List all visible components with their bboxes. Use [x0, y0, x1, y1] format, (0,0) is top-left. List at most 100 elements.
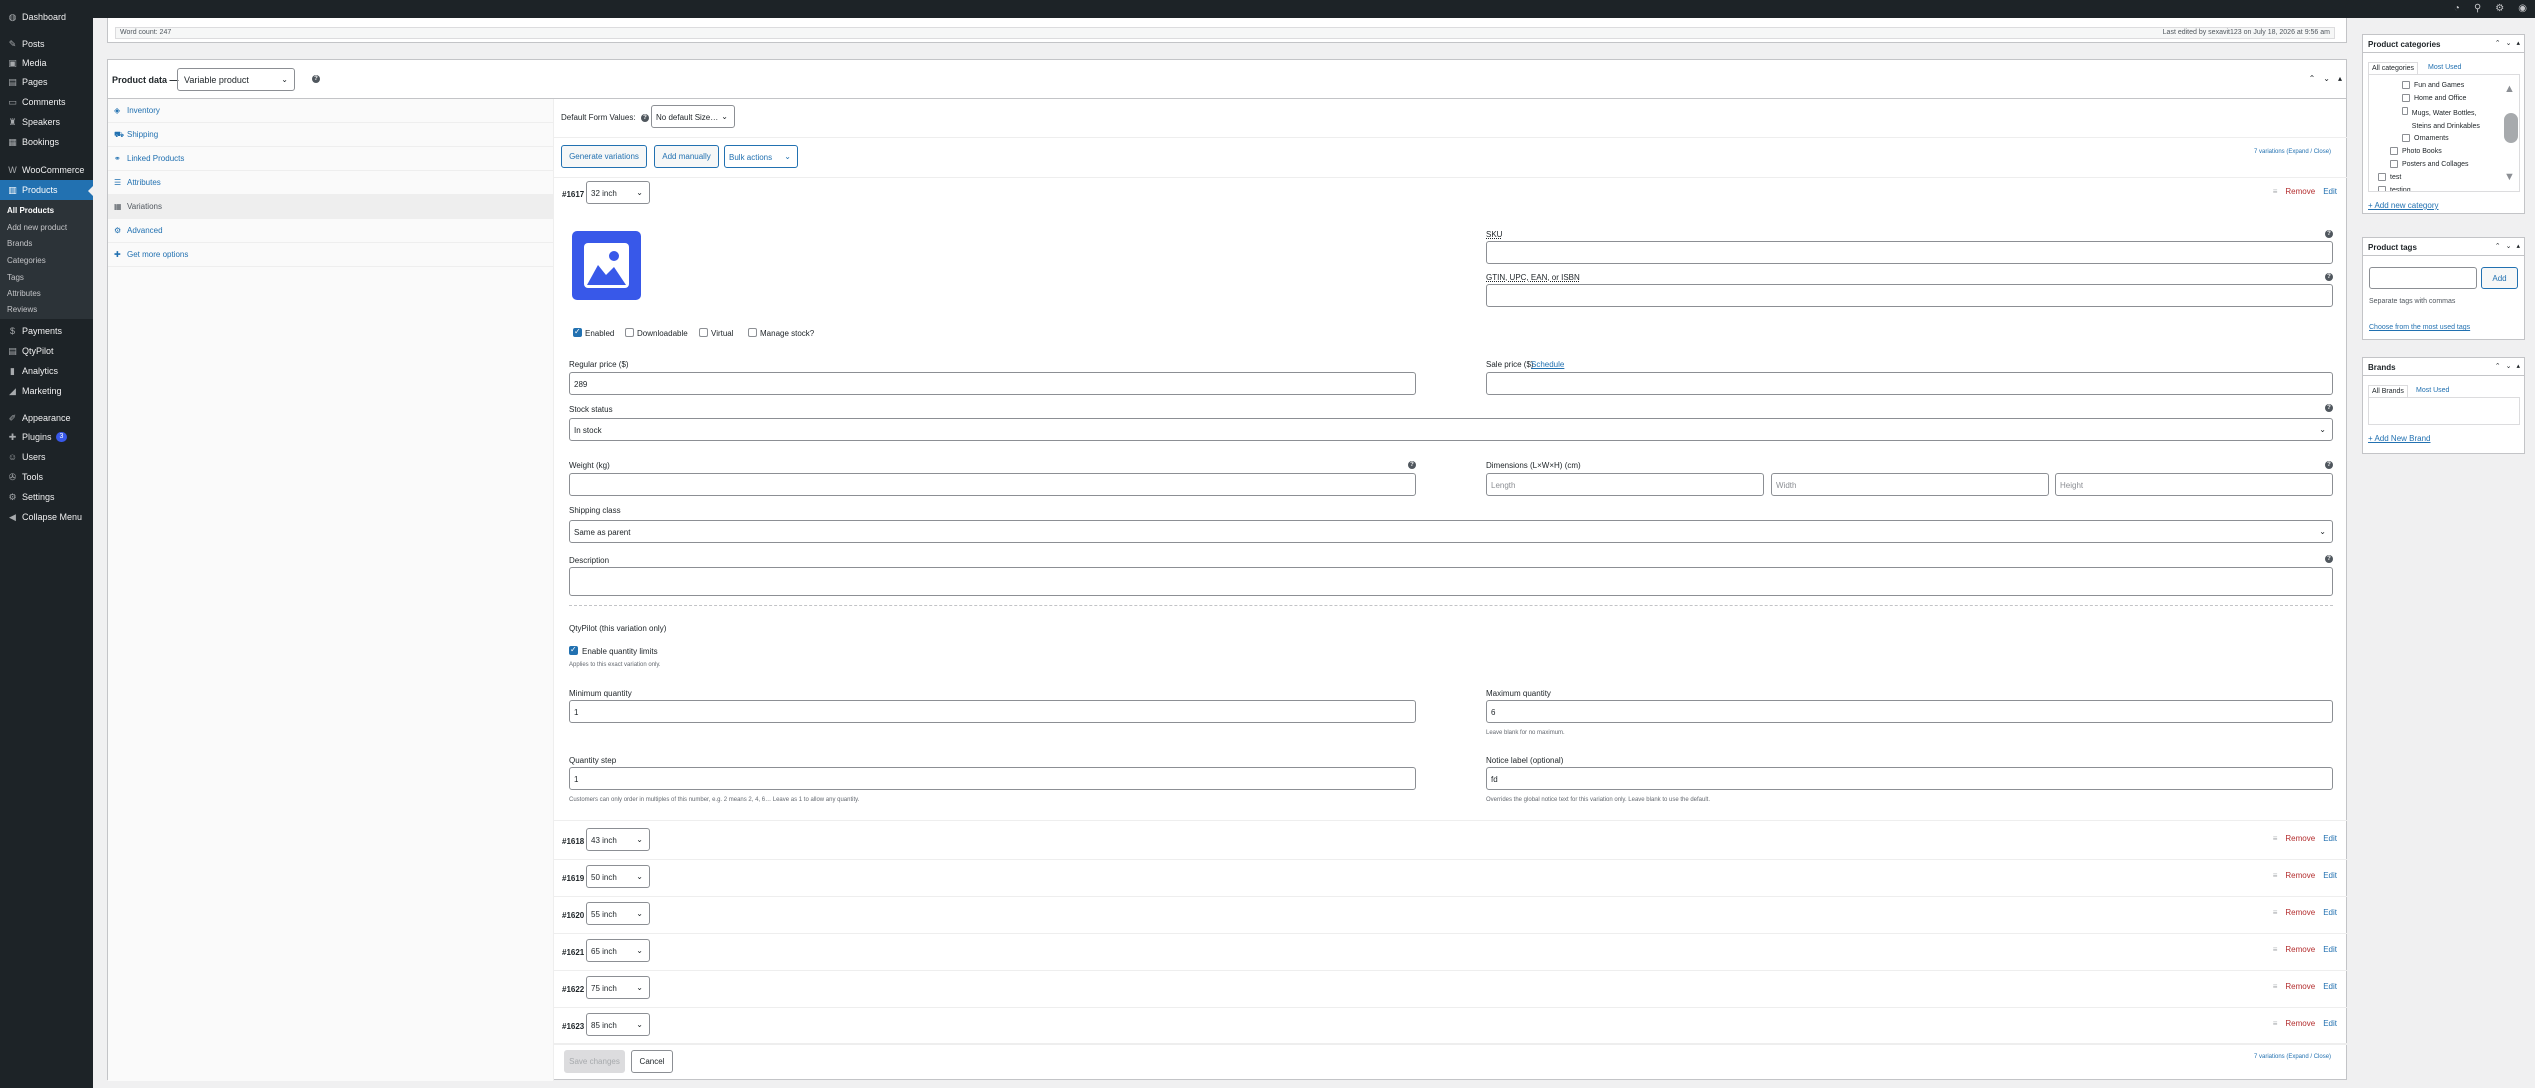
- submenu-all-products[interactable]: All Products: [7, 206, 54, 215]
- account-icon[interactable]: ◉: [2518, 3, 2527, 14]
- stock-status-select[interactable]: In stock ⌄: [569, 418, 2333, 441]
- add-manually-button[interactable]: Add manually: [654, 145, 719, 168]
- variation-image-placeholder[interactable]: [572, 231, 641, 300]
- description-textarea[interactable]: [569, 567, 2333, 596]
- menu-item-settings[interactable]: ⚙ Settings: [0, 487, 93, 507]
- gear-icon[interactable]: ⚙: [2495, 3, 2504, 14]
- menu-item-users[interactable]: ☺ Users: [0, 447, 93, 467]
- tab-variations[interactable]: ▦ Variations: [108, 195, 554, 219]
- remove-link[interactable]: Remove: [2285, 945, 2315, 954]
- drag-handle-icon[interactable]: ≡: [2273, 834, 2278, 843]
- menu-item-woocommerce[interactable]: W WooCommerce: [0, 160, 93, 180]
- width-input[interactable]: Width: [1771, 473, 2049, 496]
- enabled-checkbox[interactable]: [573, 327, 582, 337]
- help-icon[interactable]: ?: [2325, 273, 2333, 281]
- move-down-icon[interactable]: ⌄: [2323, 74, 2330, 83]
- product-type-select[interactable]: Variable product ⌄: [177, 68, 295, 91]
- tab-advanced[interactable]: ⚙ Advanced: [108, 219, 554, 243]
- shipping-class-select[interactable]: Same as parent ⌄: [569, 520, 2333, 543]
- menu-item-posts[interactable]: ✎ Posts: [0, 34, 93, 54]
- drag-handle-icon[interactable]: ≡: [2273, 187, 2278, 196]
- move-up-icon[interactable]: ⌃: [2495, 362, 2501, 370]
- variation-size-select[interactable]: 65 inch ⌄: [586, 939, 650, 962]
- help-icon[interactable]: ?: [2325, 230, 2333, 238]
- scroll-up-icon[interactable]: ▲: [2504, 83, 2515, 95]
- menu-item-plugins[interactable]: ✚ Plugins 3: [0, 427, 93, 447]
- move-up-icon[interactable]: ⌃: [2495, 242, 2501, 250]
- category-checkbox[interactable]: [2402, 81, 2410, 89]
- drag-handle-icon[interactable]: ≡: [2273, 982, 2278, 991]
- menu-item-marketing[interactable]: ◢ Marketing: [0, 381, 93, 401]
- variation-size-select[interactable]: 50 inch ⌄: [586, 865, 650, 888]
- variation-size-select[interactable]: 32 inch ⌄: [586, 181, 650, 204]
- gtin-input[interactable]: [1486, 284, 2333, 307]
- variation-size-select[interactable]: 43 inch ⌄: [586, 828, 650, 851]
- save-changes-button[interactable]: Save changes: [564, 1050, 625, 1073]
- menu-item-media[interactable]: ▣ Media: [0, 53, 93, 73]
- variation-size-select[interactable]: 75 inch ⌄: [586, 976, 650, 999]
- move-up-icon[interactable]: ⌃: [2495, 39, 2501, 47]
- category-checkbox[interactable]: [2390, 160, 2398, 168]
- edit-link[interactable]: Edit: [2323, 1019, 2337, 1028]
- tab-get-more-options[interactable]: ✚ Get more options: [108, 243, 554, 267]
- bulk-actions-select[interactable]: Bulk actions ⌄: [724, 145, 798, 168]
- cancel-button[interactable]: Cancel: [631, 1050, 673, 1073]
- remove-link[interactable]: Remove: [2285, 1019, 2315, 1028]
- toggle-panel-icon[interactable]: ▴: [2516, 39, 2520, 47]
- menu-item-collapse-menu[interactable]: ◀ Collapse Menu: [0, 507, 93, 527]
- help-icon[interactable]: ?: [2325, 461, 2333, 469]
- tab-most-used-brands[interactable]: Most Used: [2416, 387, 2449, 394]
- link-icon[interactable]: ⚲: [2474, 3, 2481, 14]
- category-checkbox[interactable]: [2402, 107, 2408, 115]
- toggle-panel-icon[interactable]: ▴: [2516, 242, 2520, 250]
- quantity-step-input[interactable]: 1: [569, 767, 1416, 790]
- menu-item-appearance[interactable]: ✐ Appearance: [0, 408, 93, 428]
- remove-link[interactable]: Remove: [2285, 871, 2315, 880]
- edit-link[interactable]: Edit: [2323, 187, 2337, 196]
- move-down-icon[interactable]: ⌄: [2506, 242, 2512, 250]
- submenu-brands[interactable]: Brands: [7, 239, 32, 248]
- enable-quantity-limits-checkbox[interactable]: [569, 645, 578, 655]
- submenu-add-new-product[interactable]: Add new product: [7, 223, 67, 232]
- max-quantity-input[interactable]: 6: [1486, 700, 2333, 723]
- variations-count-top[interactable]: 7 variations (Expand / Close): [2254, 149, 2331, 155]
- help-icon[interactable]: ?: [1408, 461, 1416, 469]
- move-up-icon[interactable]: ⌃: [2309, 74, 2316, 83]
- help-icon[interactable]: ?: [641, 114, 649, 122]
- downloadable-checkbox[interactable]: [625, 328, 634, 337]
- menu-item-qtypilot[interactable]: ▤ QtyPilot: [0, 341, 93, 361]
- menu-item-comments[interactable]: ▭ Comments: [0, 92, 93, 112]
- toggle-panel-icon[interactable]: ▴: [2516, 362, 2520, 370]
- submenu-tags[interactable]: Tags: [7, 273, 24, 282]
- remove-link[interactable]: Remove: [2285, 908, 2315, 917]
- move-down-icon[interactable]: ⌄: [2506, 39, 2512, 47]
- menu-item-tools[interactable]: ✇ Tools: [0, 467, 93, 487]
- menu-item-analytics[interactable]: ▮ Analytics: [0, 361, 93, 381]
- drag-handle-icon[interactable]: ≡: [2273, 945, 2278, 954]
- sale-price-input[interactable]: [1486, 372, 2333, 395]
- category-checkbox[interactable]: [2378, 173, 2386, 181]
- menu-item-pages[interactable]: ▤ Pages: [0, 72, 93, 92]
- tab-attributes[interactable]: ☰ Attributes: [108, 171, 554, 195]
- tab-inventory[interactable]: ◈ Inventory: [108, 99, 554, 123]
- variation-size-select[interactable]: 55 inch ⌄: [586, 902, 650, 925]
- menu-item-bookings[interactable]: ▦ Bookings: [0, 132, 93, 152]
- drag-handle-icon[interactable]: ≡: [2273, 1019, 2278, 1028]
- scroll-down-icon[interactable]: ▼: [2504, 171, 2515, 183]
- scrollbar-thumb[interactable]: [2504, 113, 2518, 143]
- category-item[interactable]: Mugs, Water Bottles, Steins and Drinkabl…: [2402, 107, 2497, 133]
- notice-label-input[interactable]: fd: [1486, 767, 2333, 790]
- schedule-link[interactable]: Schedule: [1531, 360, 1564, 369]
- add-tag-button[interactable]: Add: [2481, 267, 2518, 289]
- remove-link[interactable]: Remove: [2285, 187, 2315, 196]
- menu-item-dashboard[interactable]: ◍ Dashboard: [0, 7, 93, 27]
- add-new-category-link[interactable]: + Add new category: [2368, 201, 2439, 210]
- help-icon[interactable]: ?: [2325, 555, 2333, 563]
- move-down-icon[interactable]: ⌄: [2506, 362, 2512, 370]
- remove-link[interactable]: Remove: [2285, 982, 2315, 991]
- choose-tags-link[interactable]: Choose from the most used tags: [2369, 324, 2470, 331]
- help-icon[interactable]: ?: [312, 75, 320, 83]
- category-item[interactable]: test: [2378, 173, 2401, 181]
- variation-size-select[interactable]: 85 inch ⌄: [586, 1013, 650, 1036]
- category-item[interactable]: Fun and Games: [2402, 81, 2464, 89]
